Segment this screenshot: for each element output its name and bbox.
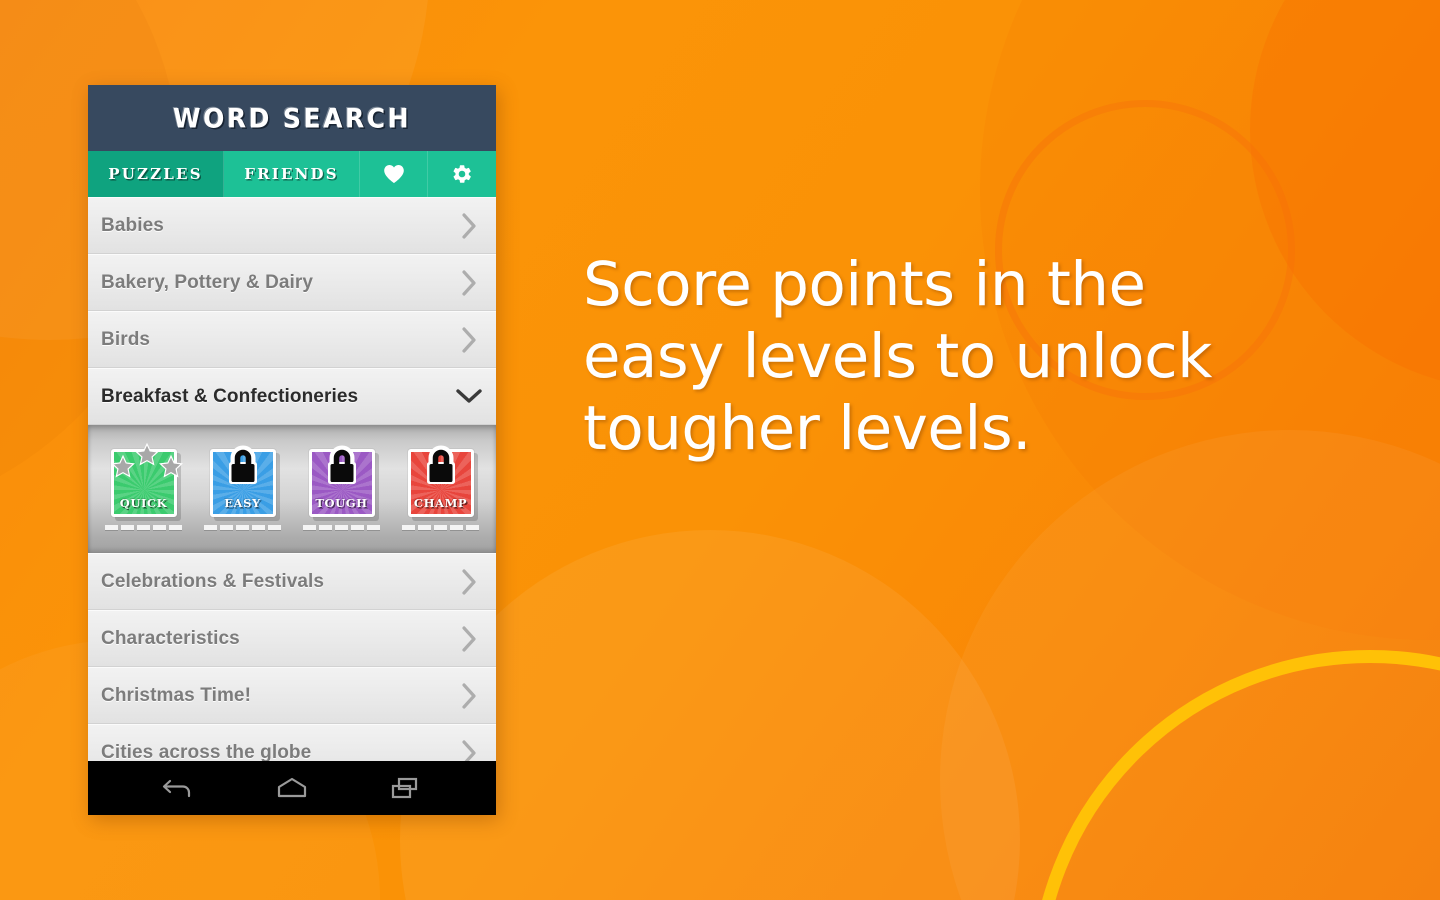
category-label: Babies — [101, 214, 164, 236]
progress-segment — [402, 524, 415, 530]
progress-segment — [137, 524, 150, 530]
app-logo: WORD SEARCH — [173, 102, 411, 134]
level-name: QUICK — [119, 495, 168, 510]
chevron-right-icon — [456, 682, 482, 709]
app-titlebar: WORD SEARCH — [88, 85, 496, 151]
level-tray: QUICK EASY TOUGH CHAMP — [88, 425, 496, 553]
progress-segment — [153, 524, 166, 530]
phone-screenshot: WORD SEARCH PUZZLES FRIENDS Babies Baker… — [88, 85, 496, 815]
level-name: TOUGH — [315, 495, 368, 510]
progress-segment — [418, 524, 431, 530]
progress-segment — [335, 524, 348, 530]
chevron-right-icon — [456, 269, 482, 296]
progress-segment — [105, 524, 118, 530]
category-row-birds[interactable]: Birds — [88, 311, 496, 368]
category-row-cities-across-the-globe[interactable]: Cities across the globe — [88, 724, 496, 761]
progress-segment — [220, 524, 233, 530]
progress-segment — [434, 524, 447, 530]
tab-bar: PUZZLES FRIENDS — [88, 151, 496, 197]
level-badge-quick[interactable]: QUICK — [100, 442, 188, 530]
progress-segment — [319, 524, 332, 530]
chevron-down-icon — [456, 384, 482, 410]
category-list[interactable]: Babies Bakery, Pottery & Dairy Birds Bre… — [88, 197, 496, 761]
chevron-right-icon — [456, 326, 482, 353]
lock-icon — [422, 443, 460, 492]
level-progress-easy — [204, 524, 281, 530]
promo-headline: Score points in the easy levels to unloc… — [583, 249, 1213, 464]
recents-icon[interactable] — [377, 768, 433, 808]
tab-favorites[interactable] — [360, 151, 428, 197]
tab-friends[interactable]: FRIENDS — [224, 151, 360, 197]
chevron-right-icon — [456, 625, 482, 652]
chevron-right-icon — [456, 568, 482, 595]
tab-puzzles[interactable]: PUZZLES — [88, 151, 224, 197]
category-label: Celebrations & Festivals — [101, 570, 325, 592]
category-label: Breakfast & Confectioneries — [101, 385, 359, 407]
level-name: CHAMP — [413, 495, 468, 510]
category-label: Cities across the globe — [101, 741, 312, 762]
level-badge-tough[interactable]: TOUGH — [298, 445, 386, 530]
lock-icon — [224, 443, 262, 492]
heart-icon — [383, 164, 405, 184]
tab-friends-label: FRIENDS — [244, 165, 339, 183]
tab-puzzles-label: PUZZLES — [108, 165, 203, 183]
home-icon[interactable] — [264, 768, 320, 808]
category-row-characteristics[interactable]: Characteristics — [88, 610, 496, 667]
progress-segment — [268, 524, 281, 530]
chevron-right-icon — [456, 212, 482, 239]
chevron-right-icon — [456, 739, 482, 761]
progress-segment — [450, 524, 463, 530]
category-row-breakfast-confectioneries[interactable]: Breakfast & Confectioneries — [88, 368, 496, 425]
category-label: Characteristics — [101, 627, 240, 649]
category-label: Christmas Time! — [101, 684, 252, 706]
progress-segment — [466, 524, 479, 530]
progress-segment — [303, 524, 316, 530]
star-rating-quick — [110, 440, 183, 484]
progress-segment — [121, 524, 134, 530]
tab-settings[interactable] — [428, 151, 496, 197]
progress-segment — [236, 524, 249, 530]
level-progress-champ — [402, 524, 479, 530]
category-row-babies[interactable]: Babies — [88, 197, 496, 254]
progress-segment — [351, 524, 364, 530]
back-icon[interactable] — [151, 768, 207, 808]
category-row-bakery-pottery-dairy[interactable]: Bakery, Pottery & Dairy — [88, 254, 496, 311]
progress-segment — [367, 524, 380, 530]
level-progress-tough — [303, 524, 380, 530]
level-progress-quick — [105, 524, 182, 530]
category-row-christmas-time[interactable]: Christmas Time! — [88, 667, 496, 724]
gear-icon — [451, 163, 473, 185]
category-label: Birds — [101, 328, 151, 350]
category-row-celebrations-festivals[interactable]: Celebrations & Festivals — [88, 553, 496, 610]
progress-segment — [252, 524, 265, 530]
level-badge-champ[interactable]: CHAMP — [397, 445, 485, 530]
level-name: EASY — [224, 495, 261, 510]
progress-segment — [169, 524, 182, 530]
category-label: Bakery, Pottery & Dairy — [101, 271, 314, 293]
level-badge-easy[interactable]: EASY — [199, 445, 287, 530]
progress-segment — [204, 524, 217, 530]
android-navbar — [88, 761, 496, 815]
lock-icon — [323, 443, 361, 492]
